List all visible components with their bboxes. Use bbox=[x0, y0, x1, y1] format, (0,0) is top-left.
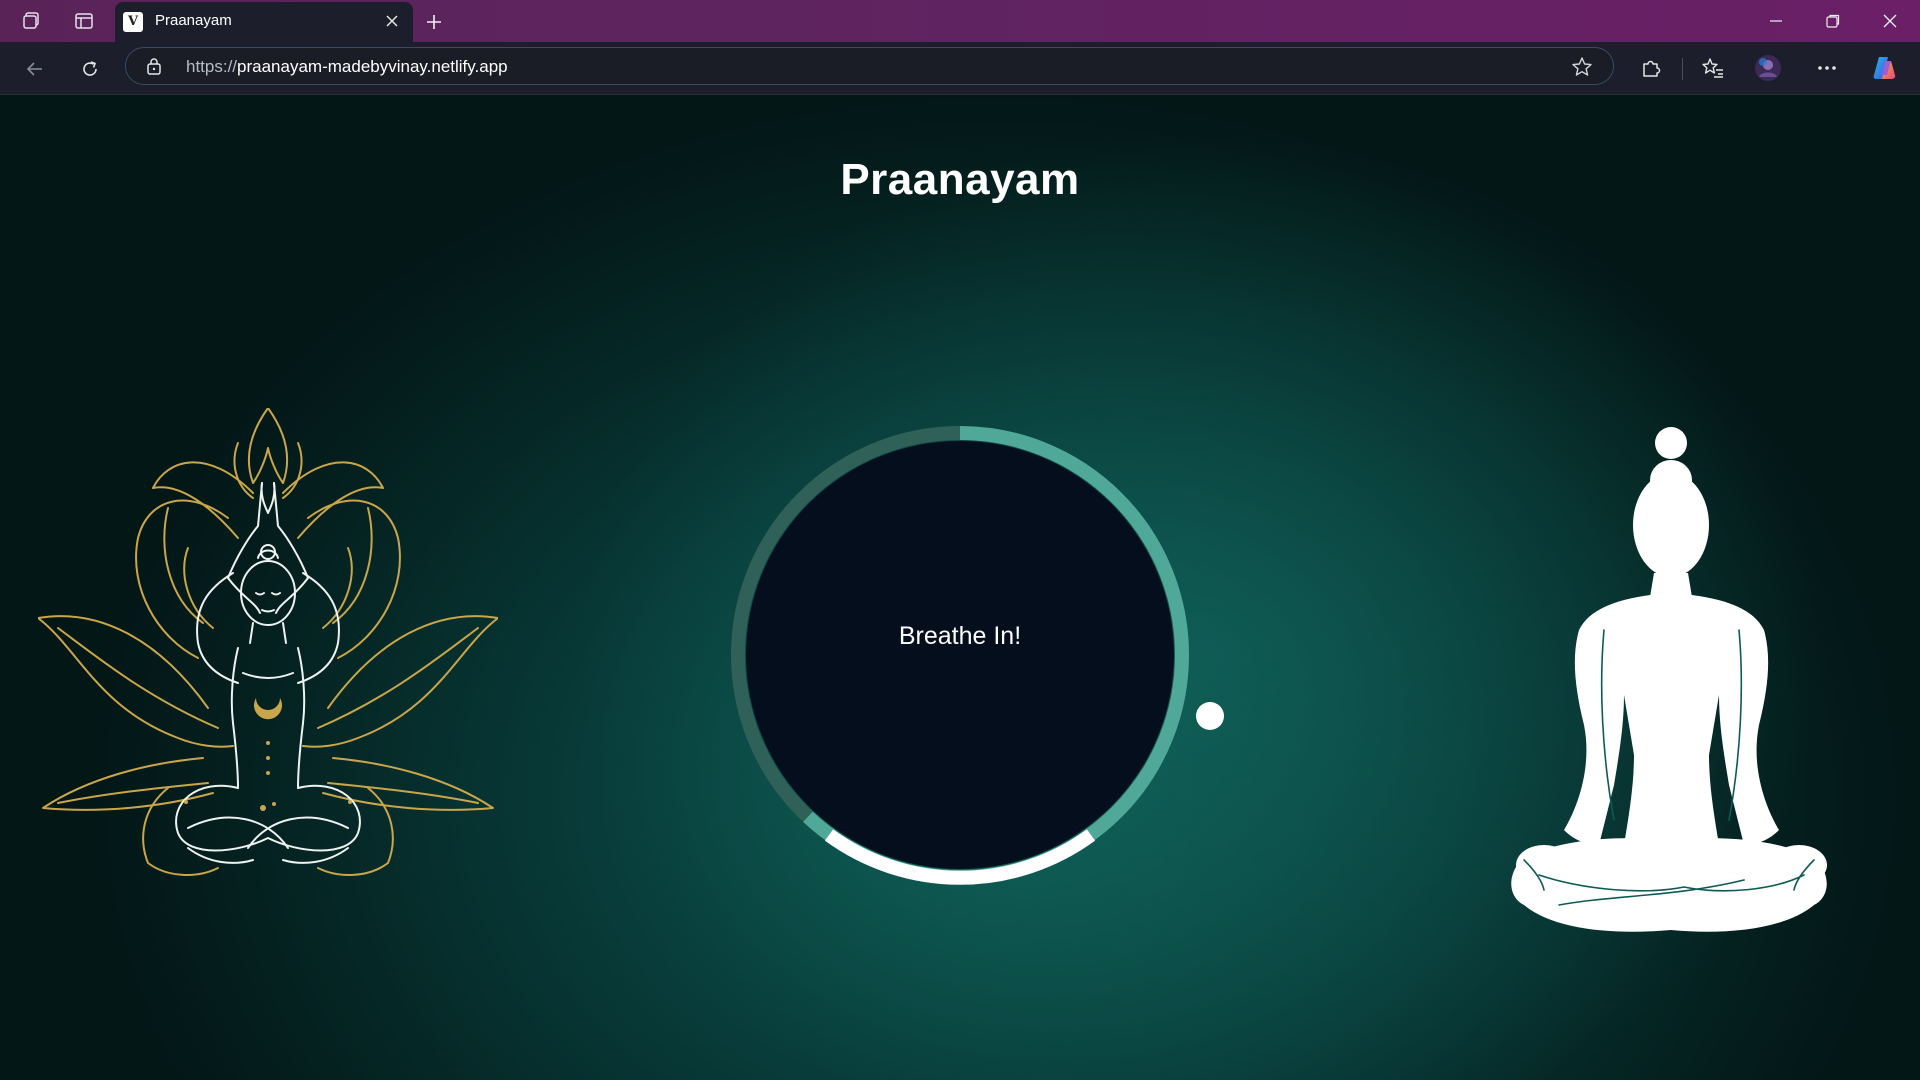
breathing-circle bbox=[731, 426, 1189, 885]
url-text: https://praanayam-madebyvinay.netlify.ap… bbox=[186, 57, 508, 77]
address-bar[interactable]: https://praanayam-madebyvinay.netlify.ap… bbox=[125, 47, 1614, 85]
minimize-icon[interactable] bbox=[1756, 4, 1796, 38]
tab-actions-icon[interactable] bbox=[70, 7, 98, 35]
breath-pointer-dot bbox=[1196, 702, 1224, 730]
puzzle-icon[interactable] bbox=[1634, 51, 1668, 85]
breath-label: Breathe In! bbox=[898, 622, 1022, 650]
toolbar-separator bbox=[1682, 58, 1683, 80]
lock-icon[interactable] bbox=[146, 57, 162, 79]
workspaces-icon[interactable] bbox=[18, 7, 46, 35]
copilot-icon[interactable] bbox=[1868, 51, 1902, 85]
meditation-silhouette bbox=[1511, 427, 1827, 932]
more-icon[interactable] bbox=[1810, 51, 1844, 85]
avatar[interactable] bbox=[1751, 51, 1785, 85]
browser-toolbar: https://praanayam-madebyvinay.netlify.ap… bbox=[0, 42, 1920, 95]
active-tab[interactable]: V Praanayam bbox=[115, 2, 413, 42]
restore-icon[interactable] bbox=[1813, 4, 1853, 38]
plus-icon[interactable] bbox=[420, 8, 448, 36]
reload-icon[interactable] bbox=[73, 52, 107, 86]
close-icon[interactable] bbox=[1870, 4, 1910, 38]
close-icon[interactable] bbox=[381, 10, 403, 32]
url-host: praanayam-madebyvinay.netlify.app bbox=[237, 57, 508, 76]
page-title: Praanayam bbox=[840, 155, 1080, 204]
browser-tab-bar: V Praanayam bbox=[0, 0, 1920, 42]
tab-title: Praanayam bbox=[155, 12, 232, 29]
star-icon[interactable] bbox=[1571, 56, 1593, 82]
lotus-meditation-illustration bbox=[38, 408, 498, 876]
page-content: Praanayam Breathe In! bbox=[0, 95, 1920, 1080]
breathing-circle-inner bbox=[746, 441, 1174, 869]
favicon: V bbox=[123, 12, 143, 32]
back-arrow-icon[interactable] bbox=[18, 52, 52, 86]
url-protocol: https:// bbox=[186, 57, 238, 76]
favorites-icon[interactable] bbox=[1696, 51, 1730, 85]
